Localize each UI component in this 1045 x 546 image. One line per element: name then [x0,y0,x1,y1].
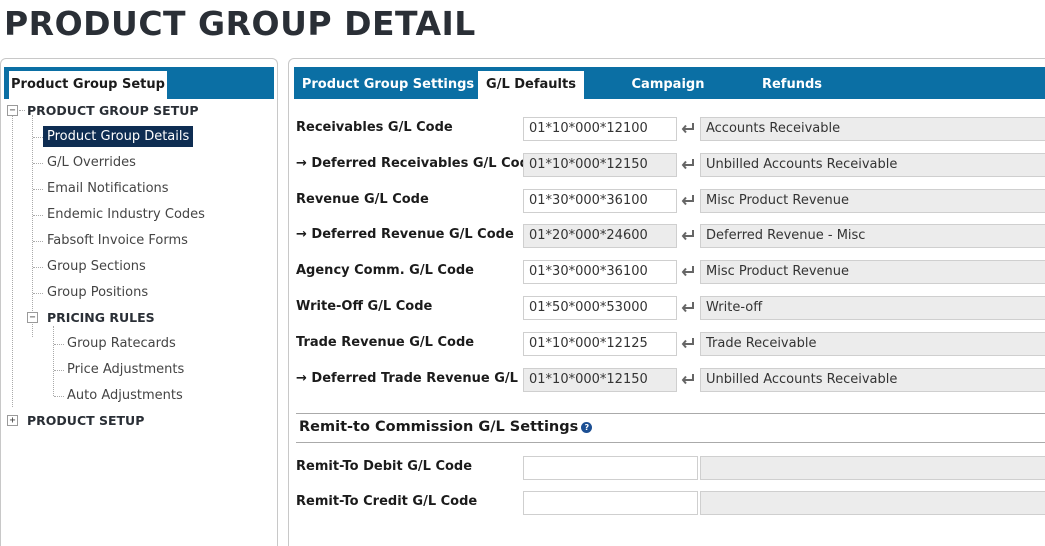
gl-defaults-panel: Product Group Settings G/L Defaults Camp… [288,58,1045,546]
tree-item-label: Auto Adjustments [67,388,183,403]
tree-item-label: Email Notifications [47,181,169,196]
lookup-return-icon[interactable] [680,371,696,387]
page-title: PRODUCT GROUP DETAIL [4,4,476,43]
tree-item-label: Fabsoft Invoice Forms [47,233,188,248]
remit-section-header: Remit-to Commission G/L Settings? [296,413,1045,443]
left-tab-bar: Product Group Setup [4,67,274,99]
tree-connector [33,215,43,216]
tree-item-label: Price Adjustments [67,362,185,377]
lookup-return-icon[interactable] [680,335,696,351]
tree-connector [33,241,43,242]
tree-group-label: PRICING RULES [47,310,155,325]
tree-connector [19,110,25,111]
gl-description: Accounts Receivable [700,117,1045,141]
field-label: Revenue G/L Code [296,191,429,207]
tree-item-label: Endemic Industry Codes [47,207,205,222]
field-label: Agency Comm. G/L Code [296,263,474,279]
field-label: → Deferred Revenue G/L Code [296,227,514,243]
tree-item-product-group-details[interactable]: Product Group Details [43,126,194,148]
tree-connector [33,163,43,164]
tree-connector [33,293,43,294]
tree-group-pricing-rules[interactable]: PRICING RULES [47,307,155,329]
tree-connector [54,396,64,397]
gl-code-input[interactable]: 01*10*000*12125 [523,331,677,356]
gl-code-input[interactable]: 01*10*000*12100 [523,117,677,141]
gl-code-input: 01*10*000*12150 [523,367,677,392]
collapse-icon[interactable]: − [27,312,38,323]
gl-description: Deferred Revenue - Misc [700,224,1045,249]
tab-gl-defaults[interactable]: G/L Defaults [477,70,585,99]
tree-connector [33,137,43,138]
tree-group-product-group-setup[interactable]: PRODUCT GROUP SETUP [27,100,199,122]
tree-group-label: PRODUCT GROUP SETUP [27,103,199,118]
field-label: Receivables G/L Code [296,120,453,135]
lookup-return-icon[interactable] [680,263,696,279]
tab-product-group-settings[interactable]: Product Group Settings [300,70,476,99]
tab-campaign-parameters[interactable]: Campaign Parameters [590,70,746,121]
expand-icon[interactable]: + [7,415,18,426]
remit-debit-gl-input[interactable] [523,456,698,480]
tree-connector [54,370,64,371]
field-label: Remit-To Credit G/L Code [296,494,478,509]
tab-refunds[interactable]: Refunds [752,70,832,99]
gl-code-input[interactable]: 01*30*000*36100 [523,188,677,213]
tree-item-auto-adjustments[interactable]: Auto Adjustments [67,385,183,407]
tab-bar: Product Group Settings G/L Defaults Camp… [294,67,1045,121]
gl-description: Trade Receivable [700,331,1045,356]
tree-item-label: Group Ratecards [67,336,176,351]
tree-item-gl-overrides[interactable]: G/L Overrides [47,152,136,174]
gl-code-input[interactable]: 01*50*000*53000 [523,296,677,320]
tree-item-label: Group Sections [47,259,146,274]
gl-description: Unbilled Accounts Receivable [700,152,1045,177]
gl-description: Misc Product Revenue [700,188,1045,213]
gl-code-input: 01*20*000*24600 [523,224,677,249]
gl-description: Unbilled Accounts Receivable [700,367,1045,392]
tree-item-price-adjustments[interactable]: Price Adjustments [67,359,184,381]
section-title: Remit-to Commission G/L Settings? [299,419,593,435]
lookup-return-icon[interactable] [680,299,696,315]
tree-item-group-ratecards[interactable]: Group Ratecards [67,333,176,355]
tree-connector [33,189,43,190]
tree-connector [32,115,33,337]
remit-credit-gl-input[interactable] [523,491,698,515]
tree-group-label: PRODUCT SETUP [27,413,145,428]
tree-item-label: G/L Overrides [47,155,136,170]
field-label: → Deferred Receivables G/L Code [296,155,538,171]
lookup-return-icon[interactable] [680,120,696,136]
tree-item-group-positions[interactable]: Group Positions [47,282,148,304]
tree-item-email-notifications[interactable]: Email Notifications [47,178,169,200]
field-label: Trade Revenue G/L Code [296,334,475,350]
tree-item-group-sections[interactable]: Group Sections [47,256,146,278]
lookup-return-icon[interactable] [680,156,696,172]
lookup-return-icon[interactable] [680,192,696,208]
field-label: Write-Off G/L Code [296,299,433,314]
gl-description: Write-off [700,296,1045,320]
field-label: → Deferred Trade Revenue G/L Code [296,370,560,386]
tree-item-endemic-industry-codes[interactable]: Endemic Industry Codes [47,204,205,226]
remit-credit-description [700,491,1045,515]
remit-debit-description [700,456,1045,480]
gl-description: Misc Product Revenue [700,260,1045,285]
tree-connector [33,267,43,268]
left-navigation-panel: Product Group Setup − PRODUCT GROUP SETU… [0,58,278,546]
tab-product-group-setup[interactable]: Product Group Setup [8,70,168,99]
tree-connector [54,344,64,345]
tree-item-fabsoft-invoice-forms[interactable]: Fabsoft Invoice Forms [47,230,188,252]
tree-item-label: Group Positions [47,285,149,300]
field-label: Remit-To Debit G/L Code [296,459,473,474]
tree-connector [53,326,54,396]
tree-item-label: Product Group Details [43,126,194,147]
help-icon[interactable]: ? [581,422,593,433]
tree-group-product-setup[interactable]: PRODUCT SETUP [27,410,144,432]
lookup-return-icon[interactable] [680,227,696,243]
section-title-text: Remit-to Commission G/L Settings [299,419,579,435]
tree-connector [12,115,13,407]
gl-code-input: 01*10*000*12150 [523,152,677,177]
gl-code-input[interactable]: 01*30*000*36100 [523,260,677,285]
collapse-icon[interactable]: − [7,105,18,116]
